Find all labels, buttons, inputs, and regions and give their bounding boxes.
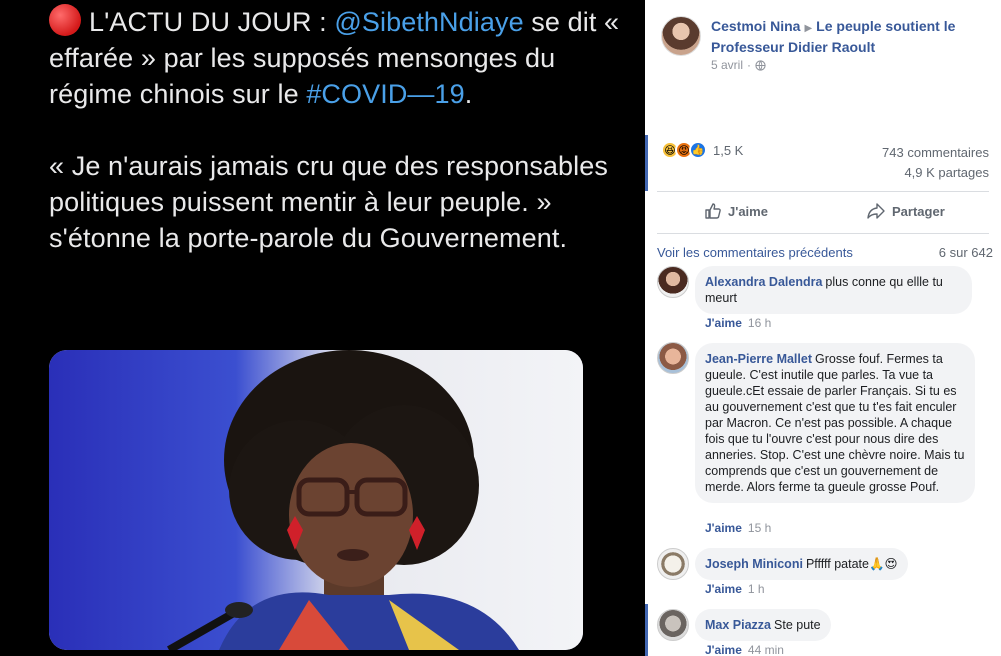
red-circle-icon bbox=[49, 4, 81, 36]
post-panel: Cestmoi Nina ▶ Le peuple soutient le Profe… bbox=[645, 0, 1001, 656]
comments-count-link[interactable]: 743 commentaires bbox=[882, 143, 989, 163]
share-arrow-icon bbox=[867, 203, 885, 219]
post-meta: 5 avril · bbox=[711, 58, 766, 72]
share-label: Partager bbox=[892, 203, 945, 219]
avatar[interactable] bbox=[657, 548, 689, 580]
tweet-hashtag: #COVID—19 bbox=[306, 79, 465, 109]
reaction-count: 1,5 K bbox=[713, 142, 744, 158]
commenter-name[interactable]: Joseph Miniconi bbox=[705, 557, 803, 571]
comment-time[interactable]: 15 h bbox=[748, 521, 771, 535]
divider bbox=[657, 191, 989, 192]
meta-separator: · bbox=[747, 58, 752, 72]
comment-like-link[interactable]: J'aime bbox=[705, 316, 742, 330]
triangle-right-icon: ▶ bbox=[804, 23, 813, 34]
post-date[interactable]: 5 avril bbox=[711, 58, 743, 72]
tweet-headline: L'ACTU DU JOUR : bbox=[89, 7, 335, 37]
comment-time[interactable]: 44 min bbox=[748, 643, 784, 656]
like-button[interactable]: J'aime bbox=[704, 202, 768, 220]
comment-meta: J'aime 1 h bbox=[705, 582, 765, 596]
shared-photo[interactable]: L'ACTU DU JOUR : @SibethNdiaye se dit « … bbox=[0, 0, 645, 656]
comment-like-link[interactable]: J'aime bbox=[705, 521, 742, 535]
avatar[interactable] bbox=[657, 342, 689, 374]
commenter-name[interactable]: Max Piazza bbox=[705, 618, 771, 632]
commenter-name[interactable]: Alexandra Dalendra bbox=[705, 275, 822, 289]
globe-icon[interactable] bbox=[755, 59, 766, 71]
comment-text: Pfffff patate🙏😍 bbox=[805, 557, 898, 571]
post-header: Cestmoi Nina ▶ Le peuple soutient le Profe… bbox=[711, 17, 996, 57]
thumbs-up-icon bbox=[705, 203, 721, 219]
engagement-counts: 743 commentaires 4,9 K partages bbox=[882, 143, 989, 183]
comment-time[interactable]: 1 h bbox=[748, 582, 765, 596]
author-name-link[interactable]: Cestmoi Nina bbox=[711, 18, 800, 34]
tweet-period: . bbox=[464, 79, 473, 109]
comment-time[interactable]: 16 h bbox=[748, 316, 771, 330]
comment-like-link[interactable]: J'aime bbox=[705, 643, 742, 656]
comment-bubble: Jean-Pierre Mallet Grosse fouf. Fermes ta… bbox=[695, 343, 975, 503]
comment-bubble: Joseph Miniconi Pfffff patate🙏😍 bbox=[695, 548, 908, 580]
like-label: J'aime bbox=[728, 203, 768, 219]
tweet-quote: « Je n'aurais jamais cru que des respons… bbox=[49, 151, 608, 253]
focus-indicator bbox=[645, 135, 648, 191]
comment-bubble: Alexandra Dalendra plus conne qu ellle tu… bbox=[695, 266, 972, 314]
share-button[interactable]: Partager bbox=[866, 202, 945, 220]
avatar[interactable] bbox=[657, 609, 689, 641]
tweet-mention: @SibethNdiaye bbox=[334, 7, 524, 37]
portrait-photo bbox=[49, 350, 583, 650]
comments-pagination: 6 sur 642 bbox=[938, 245, 993, 260]
tweet-screenshot-text: L'ACTU DU JOUR : @SibethNdiaye se dit « … bbox=[49, 4, 629, 292]
comment-meta: J'aime 15 h bbox=[705, 521, 771, 535]
view-previous-comments-link[interactable]: Voir les commentaires précédents bbox=[657, 245, 853, 260]
comment-text: Grosse fouf. Fermes ta gueule. C'est inu… bbox=[705, 352, 965, 494]
comment-meta: J'aime 16 h bbox=[705, 316, 771, 330]
commenter-name[interactable]: Jean-Pierre Mallet bbox=[705, 352, 812, 366]
reactions-summary[interactable]: 😆 😡 👍 1,5 K bbox=[661, 141, 743, 159]
comment-bubble: Max Piazza Ste pute bbox=[695, 609, 831, 641]
author-avatar[interactable] bbox=[661, 16, 701, 56]
comment-text: Ste pute bbox=[774, 618, 821, 632]
comment-meta: J'aime 44 min bbox=[705, 643, 784, 656]
shares-count-link[interactable]: 4,9 K partages bbox=[882, 163, 989, 183]
divider bbox=[657, 233, 989, 234]
avatar[interactable] bbox=[657, 266, 689, 298]
like-reaction-icon: 👍 bbox=[689, 141, 707, 159]
comments-header: Voir les commentaires précédents 6 sur 6… bbox=[657, 245, 993, 260]
comment-like-link[interactable]: J'aime bbox=[705, 582, 742, 596]
focus-indicator bbox=[645, 604, 648, 656]
